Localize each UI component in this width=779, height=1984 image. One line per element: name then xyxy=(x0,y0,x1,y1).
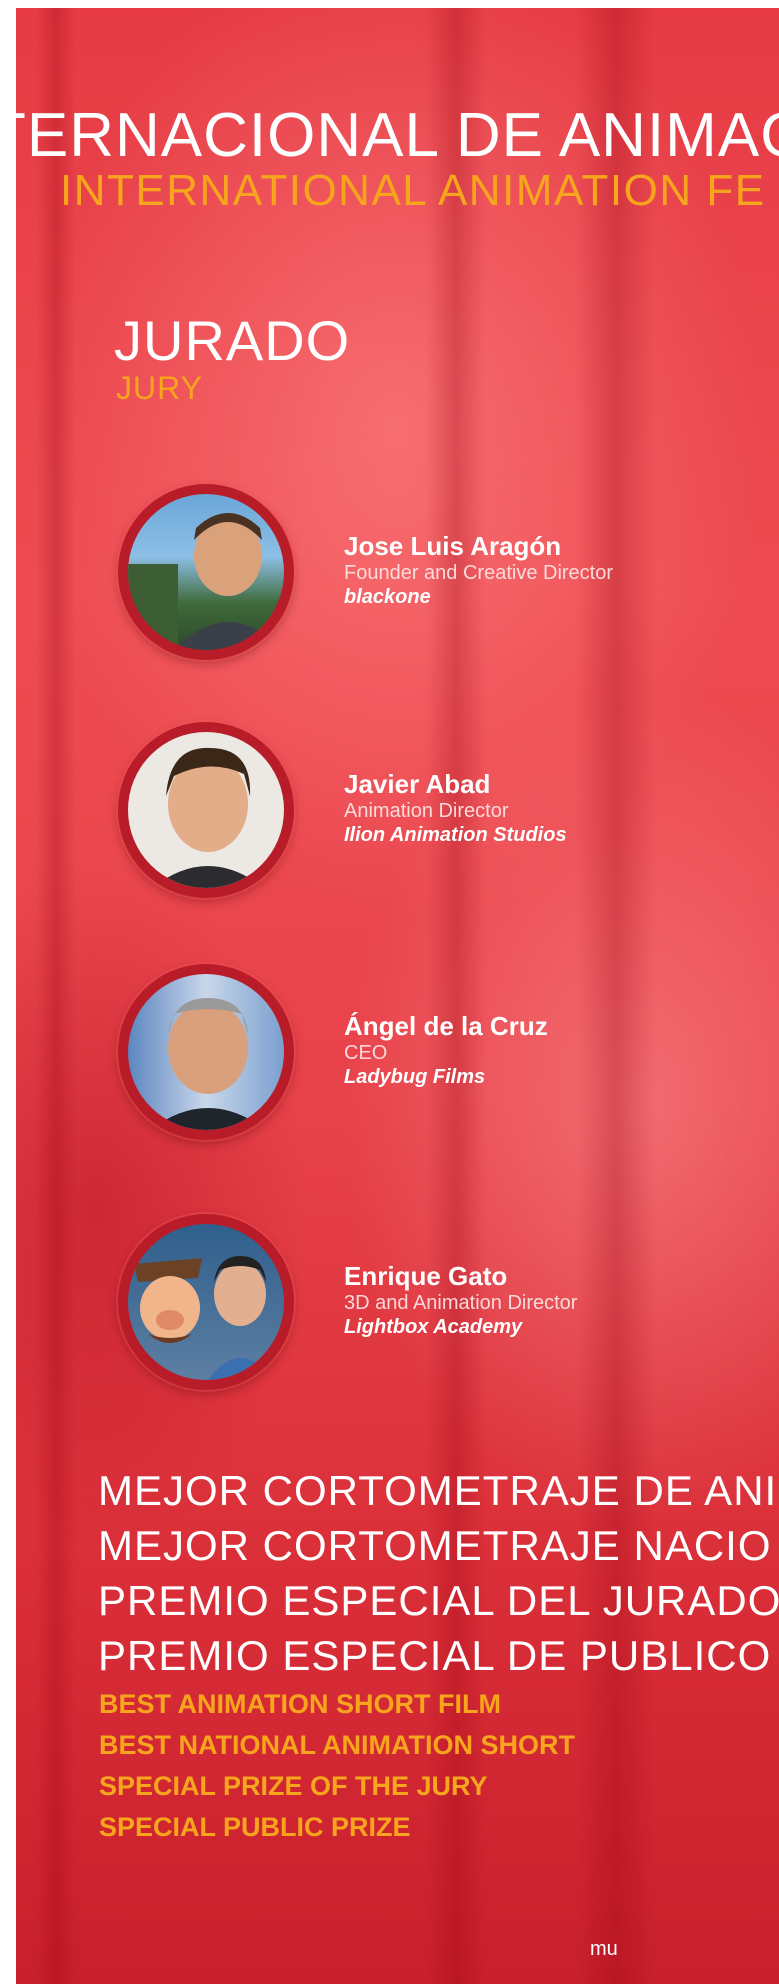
award-en: BEST NATIONAL ANIMATION SHORT xyxy=(99,1730,575,1760)
jury-heading-en: JURY xyxy=(116,370,203,406)
member-role: 3D and Animation Director xyxy=(344,1292,578,1314)
curtain-fold xyxy=(36,8,76,1984)
member-role: Animation Director xyxy=(344,800,509,822)
member-company: Ladybug Films xyxy=(344,1066,486,1088)
member-company: Lightbox Academy xyxy=(344,1316,523,1338)
member-company: blackone xyxy=(344,586,431,608)
award-es: MEJOR CORTOMETRAJE DE ANI xyxy=(98,1467,778,1514)
jury-member: Javier Abad Animation Director Ilion Ani… xyxy=(96,722,756,912)
awards-list-en: BEST ANIMATION SHORT FILM BEST NATIONAL … xyxy=(99,1684,575,1848)
member-info: Jose Luis Aragón Founder and Creative Di… xyxy=(344,531,613,609)
award-en: SPECIAL PRIZE OF THE JURY xyxy=(99,1771,488,1801)
jury-heading-es: JURADO xyxy=(114,309,351,372)
member-photo xyxy=(118,484,294,660)
member-name: Ángel de la Cruz xyxy=(344,1011,548,1041)
member-name: Enrique Gato xyxy=(344,1261,508,1291)
festival-poster: TERNACIONAL DE ANIMAC INTERNATIONAL ANIM… xyxy=(16,8,779,1984)
person-silhouette-icon xyxy=(150,998,266,1130)
member-role: CEO xyxy=(344,1042,388,1064)
person-silhouette-icon xyxy=(152,747,264,888)
member-photo xyxy=(118,1214,294,1390)
festival-title-es: TERNACIONAL DE ANIMAC xyxy=(16,101,779,170)
member-photo xyxy=(118,722,294,898)
cartoon-character-icon xyxy=(134,1256,276,1380)
festival-title-en: INTERNATIONAL ANIMATION FE xyxy=(60,166,766,215)
member-role: Founder and Creative Director xyxy=(344,562,614,584)
footer-text: mu xyxy=(590,1938,618,1960)
award-es: PREMIO ESPECIAL DEL JURADO xyxy=(98,1577,779,1624)
award-en: BEST ANIMATION SHORT FILM xyxy=(99,1689,501,1719)
member-info: Enrique Gato 3D and Animation Director L… xyxy=(344,1261,577,1339)
member-info: Ángel de la Cruz CEO Ladybug Films xyxy=(344,1011,548,1089)
jury-member: Enrique Gato 3D and Animation Director L… xyxy=(96,1214,756,1404)
member-name: Javier Abad xyxy=(344,769,491,799)
member-info: Javier Abad Animation Director Ilion Ani… xyxy=(344,769,567,847)
jury-member: Ángel de la Cruz CEO Ladybug Films xyxy=(96,964,756,1154)
jury-member: Jose Luis Aragón Founder and Creative Di… xyxy=(96,484,756,674)
member-name: Jose Luis Aragón xyxy=(344,531,562,561)
award-en: SPECIAL PUBLIC PRIZE xyxy=(99,1812,411,1842)
awards-list-es: MEJOR CORTOMETRAJE DE ANI MEJOR CORTOMET… xyxy=(98,1463,779,1683)
award-es: PREMIO ESPECIAL DE PUBLICO xyxy=(98,1632,772,1679)
person-silhouette-icon xyxy=(128,513,284,650)
member-photo xyxy=(118,964,294,1140)
member-company: Ilion Animation Studios xyxy=(344,824,567,846)
award-es: MEJOR CORTOMETRAJE NACIO xyxy=(98,1522,772,1569)
